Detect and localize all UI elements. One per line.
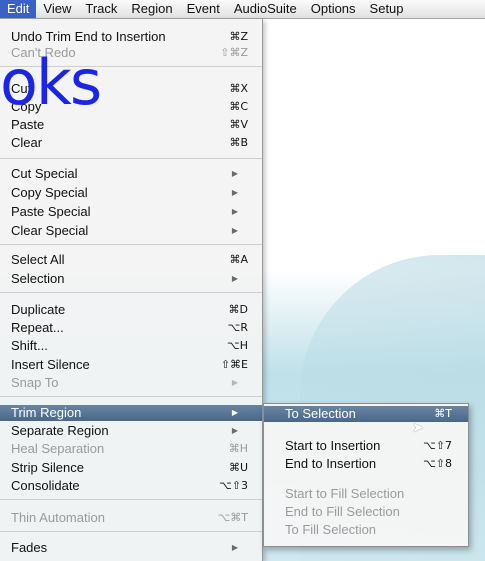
item-label: To Fill Selection bbox=[285, 522, 377, 537]
item-shortcut: ⌘C bbox=[229, 100, 248, 113]
menu-item-repeat[interactable]: Repeat... ⌥R bbox=[0, 320, 262, 336]
menu-item-separate-region[interactable]: Separate Region ▶ bbox=[0, 423, 262, 439]
item-label: Shift... bbox=[11, 338, 48, 353]
item-shortcut: ⌘V bbox=[229, 118, 248, 131]
submenu-arrow-icon: ▶ bbox=[231, 169, 238, 178]
menu-item-clear-special[interactable]: Clear Special ▶ bbox=[0, 223, 262, 239]
menu-separator bbox=[0, 244, 262, 245]
menu-track[interactable]: Track bbox=[78, 0, 124, 18]
submenu-item-end-to-insertion[interactable]: End to Insertion ⌥⇧8 bbox=[264, 456, 468, 472]
item-shortcut: ⌘D bbox=[228, 303, 248, 316]
item-label: Trim Region bbox=[11, 405, 82, 420]
submenu-arrow-icon: ▶ bbox=[231, 543, 238, 552]
submenu-item-to-fill-selection: To Fill Selection bbox=[264, 522, 468, 538]
item-shortcut: ⌘T bbox=[434, 407, 452, 420]
item-shortcut: ⌥⇧3 bbox=[219, 479, 248, 492]
menu-item-thin-automation: Thin Automation ⌥⌘T bbox=[0, 510, 262, 526]
mouse-cursor-icon: ➤ bbox=[412, 419, 424, 435]
menu-item-insert-silence[interactable]: Insert Silence ⇧⌘E bbox=[0, 357, 262, 373]
menu-item-cut-special[interactable]: Cut Special ▶ bbox=[0, 166, 262, 182]
menu-separator bbox=[0, 292, 262, 293]
menu-item-copy-special[interactable]: Copy Special ▶ bbox=[0, 185, 262, 201]
item-label: Snap To bbox=[11, 375, 59, 390]
item-shortcut: ⌘X bbox=[229, 82, 248, 95]
item-label: End to Fill Selection bbox=[285, 504, 400, 519]
watermark-text: oks bbox=[0, 46, 102, 119]
item-label: Undo Trim End to Insertion bbox=[11, 29, 166, 44]
item-label: Fades bbox=[11, 540, 48, 555]
item-label: Start to Fill Selection bbox=[285, 486, 405, 501]
menu-separator bbox=[0, 499, 262, 500]
menu-audiosuite[interactable]: AudioSuite bbox=[227, 0, 304, 18]
menu-item-fades[interactable]: Fades ▶ bbox=[0, 540, 262, 556]
item-label: Insert Silence bbox=[11, 357, 90, 372]
item-label: End to Insertion bbox=[285, 456, 377, 471]
item-label: Paste bbox=[11, 117, 45, 132]
submenu-item-to-selection[interactable]: To Selection ⌘T bbox=[264, 406, 468, 422]
item-label: Separate Region bbox=[11, 423, 109, 438]
submenu-arrow-icon: ▶ bbox=[231, 426, 238, 435]
menu-view[interactable]: View bbox=[36, 0, 78, 18]
menu-item-undo[interactable]: Undo Trim End to Insertion ⌘Z bbox=[0, 29, 262, 45]
item-label: Select All bbox=[11, 252, 65, 267]
trim-region-submenu: To Selection ⌘T Start to Insertion ⌥⇧7 End… bbox=[263, 403, 469, 547]
item-label: Clear Special bbox=[11, 223, 89, 238]
submenu-item-start-to-insertion[interactable]: Start to Insertion ⌥⇧7 bbox=[264, 438, 468, 454]
item-label: Clear bbox=[11, 135, 43, 150]
menu-separator bbox=[0, 158, 262, 159]
item-label: To Selection bbox=[285, 406, 356, 421]
item-label: Thin Automation bbox=[11, 510, 105, 525]
submenu-arrow-icon: ▶ bbox=[231, 378, 238, 387]
menu-item-clear[interactable]: Clear ⌘B bbox=[0, 135, 262, 151]
item-shortcut: ⇧⌘E bbox=[220, 358, 248, 371]
item-label: Strip Silence bbox=[11, 460, 84, 475]
item-shortcut: ⌥R bbox=[227, 321, 248, 334]
item-shortcut: ⌥⇧7 bbox=[423, 439, 452, 452]
menu-item-select-all[interactable]: Select All ⌘A bbox=[0, 252, 262, 268]
item-shortcut: ⌘A bbox=[229, 253, 248, 266]
item-shortcut: ⌥⌘T bbox=[217, 511, 248, 524]
menu-item-strip-silence[interactable]: Strip Silence ⌘U bbox=[0, 460, 262, 476]
menu-item-duplicate[interactable]: Duplicate ⌘D bbox=[0, 302, 262, 318]
item-label: Heal Separation bbox=[11, 441, 105, 456]
item-label: Repeat... bbox=[11, 320, 64, 335]
item-label: Consolidate bbox=[11, 478, 80, 493]
submenu-item-start-to-fill-selection: Start to Fill Selection bbox=[264, 486, 468, 502]
submenu-arrow-icon: ▶ bbox=[231, 226, 238, 235]
menu-item-selection[interactable]: Selection ▶ bbox=[0, 271, 262, 287]
item-label: Start to Insertion bbox=[285, 438, 381, 453]
item-shortcut: ⌘H bbox=[228, 442, 248, 455]
menu-edit[interactable]: Edit bbox=[0, 0, 37, 18]
menu-bar: Edit View Track Region Event AudioSuite … bbox=[0, 0, 485, 19]
menu-options[interactable]: Options bbox=[304, 0, 363, 18]
item-label: Copy Special bbox=[11, 185, 88, 200]
menu-item-paste[interactable]: Paste ⌘V bbox=[0, 117, 262, 133]
menu-separator bbox=[0, 531, 262, 532]
item-shortcut: ⇧⌘Z bbox=[220, 46, 248, 59]
item-shortcut: ⌘Z bbox=[229, 30, 248, 43]
menu-setup[interactable]: Setup bbox=[363, 0, 411, 18]
menu-item-consolidate[interactable]: Consolidate ⌥⇧3 bbox=[0, 478, 262, 494]
submenu-arrow-icon: ▶ bbox=[231, 207, 238, 216]
menu-item-paste-special[interactable]: Paste Special ▶ bbox=[0, 204, 262, 220]
item-shortcut: ⌘U bbox=[228, 461, 248, 474]
menu-item-shift[interactable]: Shift... ⌥H bbox=[0, 338, 262, 354]
item-shortcut: ⌥H bbox=[227, 339, 248, 352]
submenu-arrow-icon: ▶ bbox=[231, 274, 238, 283]
item-label: Duplicate bbox=[11, 302, 66, 317]
item-label: Paste Special bbox=[11, 204, 91, 219]
menu-item-snap-to: Snap To ▶ bbox=[0, 375, 262, 391]
item-shortcut: ⌥⇧8 bbox=[423, 457, 452, 470]
menu-item-trim-region[interactable]: Trim Region ▶ bbox=[0, 405, 262, 421]
submenu-arrow-icon: ▶ bbox=[231, 188, 238, 197]
item-shortcut: ⌘B bbox=[229, 136, 248, 149]
submenu-item-end-to-fill-selection: End to Fill Selection bbox=[264, 504, 468, 520]
menu-item-heal-separation: Heal Separation ⌘H bbox=[0, 441, 262, 457]
menu-region[interactable]: Region bbox=[124, 0, 179, 18]
item-label: Selection bbox=[11, 271, 65, 286]
item-label: Cut Special bbox=[11, 166, 78, 181]
submenu-arrow-icon: ▶ bbox=[231, 408, 238, 417]
menu-separator bbox=[0, 396, 262, 397]
menu-event[interactable]: Event bbox=[180, 0, 227, 18]
